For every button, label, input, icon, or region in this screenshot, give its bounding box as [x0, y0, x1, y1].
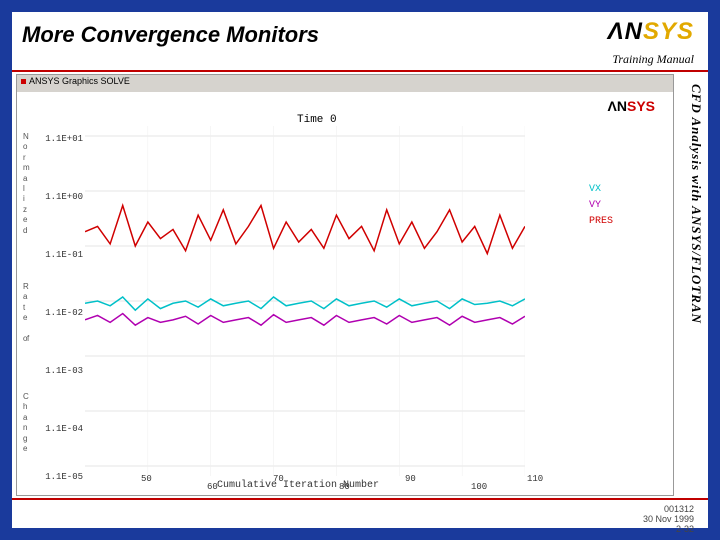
slide-footer: 001312 30 Nov 1999 2-32 — [643, 505, 694, 535]
y-axis-label-1: N o r m a l i z e d — [23, 132, 31, 236]
inner-ansys-logo: ΛNSYS — [608, 98, 655, 114]
ytick-2: 1.1E-01 — [39, 250, 83, 260]
ytick-5: 1.1E-04 — [39, 424, 83, 434]
ytick-4: 1.1E-03 — [39, 366, 83, 376]
training-manual-label: Training Manual — [612, 52, 694, 67]
chart-legend: VX VY PRES — [589, 182, 613, 230]
ytick-3: 1.1E-02 — [39, 308, 83, 318]
logo-part2: SYS — [643, 18, 694, 45]
graphics-window: ANSYS Graphics SOLVE ΛNSYS Time 0 N o r … — [16, 74, 674, 496]
chart-title: Time 0 — [297, 114, 337, 126]
vertical-course-title: CFD Analysis with ANSYS/FLOTRAN — [682, 84, 704, 324]
x-axis-label: Cumulative Iteration Number — [217, 480, 379, 491]
footer-rule — [12, 498, 708, 500]
xtick-6: 110 — [527, 474, 543, 484]
slide-frame: More Convergence Monitors ΛNSYS Training… — [0, 0, 720, 540]
header-rule — [12, 70, 708, 72]
slide-title: More Convergence Monitors — [22, 22, 319, 48]
window-title-text: ANSYS Graphics SOLVE — [29, 76, 130, 86]
ytick-1: 1.1E+00 — [39, 192, 83, 202]
ytick-0: 1.1E+01 — [39, 134, 83, 144]
y-axis-label-2: R a t e of — [23, 282, 31, 344]
legend-vx: VX — [589, 182, 613, 198]
logo-part1: ΛN — [608, 18, 643, 45]
xtick-5: 100 — [471, 482, 487, 492]
legend-vy: VY — [589, 198, 613, 214]
legend-pres: PRES — [589, 214, 613, 230]
window-titlebar: ANSYS Graphics SOLVE — [17, 75, 673, 93]
line-chart — [85, 126, 525, 476]
footer-page: 2-32 — [643, 525, 694, 535]
slide-content: More Convergence Monitors ΛNSYS Training… — [12, 12, 708, 528]
y-axis-label-3: C h a n g e — [23, 392, 31, 454]
window-icon — [21, 79, 26, 84]
plot-area: ΛNSYS Time 0 N o r m a l i z e d R a t e… — [17, 92, 673, 495]
ansys-logo: ΛNSYS — [608, 18, 694, 46]
ytick-6: 1.1E-05 — [39, 472, 83, 482]
